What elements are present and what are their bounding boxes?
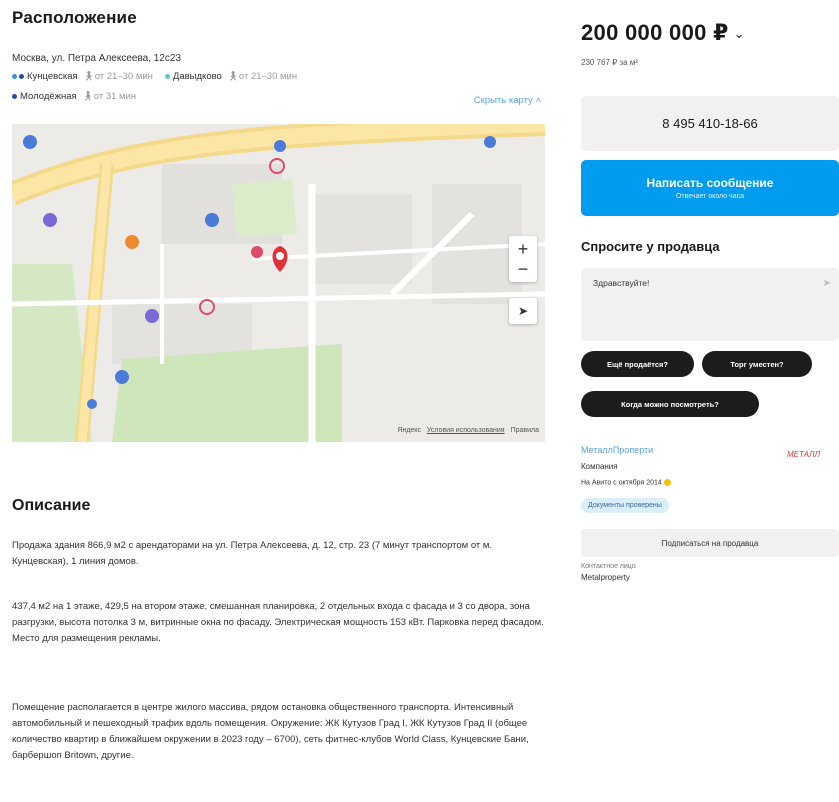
subscribe-seller-button[interactable]: Подписаться на продавца [581, 529, 839, 557]
quick-question-chip[interactable]: Ещё продаётся? [581, 351, 694, 377]
locate-icon[interactable]: ➤ [509, 298, 537, 324]
show-phone-button[interactable]: 8 495 410-18-66 [581, 96, 839, 151]
ask-seller-input[interactable]: Здравствуйте! ➤ [581, 268, 839, 341]
walk-time: 🚶︎от 21–30 мин [226, 71, 298, 82]
documents-verified-badge: Документы проверены [581, 498, 669, 513]
address: Москва, ул. Петра Алексеева, 12с23 [12, 53, 182, 64]
map-zoom-control: + − [509, 236, 537, 282]
chevron-up-icon: ˄ [535, 95, 541, 106]
price[interactable]: 200 000 000 ₽ ⌄ [581, 20, 745, 46]
map-brand: Яндекс [397, 427, 421, 434]
ask-input-text: Здравствуйте! [593, 278, 650, 288]
contact-person-label: Контактное лицо [581, 563, 636, 570]
seller-since: На Авито с октября 2014 [581, 479, 671, 486]
zoom-in-icon[interactable]: + [518, 239, 529, 259]
ask-seller-heading: Спросите у продавца [581, 239, 720, 254]
map-terms-link[interactable]: Условия использования [427, 427, 505, 434]
metro-station: Молодёжная [20, 91, 77, 102]
description-paragraph: 437,4 м2 на 1 этаже, 429,5 на втором эта… [12, 601, 544, 644]
metro-station: Давыдково [172, 71, 222, 82]
zoom-out-icon[interactable]: − [518, 259, 529, 279]
map-canvas [12, 124, 545, 442]
seller-logo[interactable]: МЕТАЛЛ [787, 450, 837, 464]
map[interactable]: + − ➤ Яндекс Условия использования Прави… [12, 124, 545, 442]
map-right-label: Правила [510, 427, 539, 434]
hide-map-link[interactable]: Скрыть карту ˄ [474, 95, 541, 106]
quick-question-chip[interactable]: Когда можно посмотреть? [581, 391, 759, 417]
description-paragraph: Продажа здания 866,9 м2 с арендаторами н… [12, 540, 493, 567]
metro-line-dot [12, 94, 17, 99]
star-badge-icon [663, 479, 671, 486]
metro-line-dot [164, 74, 170, 79]
message-button-sub: Отвечает около часа [675, 193, 744, 200]
walk-time: 🚶︎от 21–30 мин [82, 71, 153, 82]
map-attribution: Яндекс Условия использования Правила [393, 427, 539, 434]
metro-row-2: Молодёжная 🚶︎от 31 мин [12, 91, 148, 102]
metro-line-dot [12, 74, 17, 79]
walk-time: 🚶︎от 31 мин [81, 91, 137, 102]
location-heading: Расположение [12, 8, 137, 27]
chevron-down-icon[interactable]: ⌄ [734, 26, 745, 41]
description-paragraph: Помещение располагается в центре жилого … [12, 702, 529, 761]
contact-person-name: Metalproperty [581, 573, 630, 582]
description-heading: Описание [12, 497, 91, 514]
price-per-sqm: 230 767 ₽ за м² [581, 58, 638, 67]
message-button-label: Написать сообщение [646, 176, 774, 190]
seller-name-link[interactable]: МеталлПроперти [581, 445, 653, 455]
send-icon[interactable]: ➤ [823, 278, 831, 289]
metro-line-dot [19, 74, 24, 79]
price-value: 200 000 000 ₽ [581, 20, 729, 45]
metro-station: Кунцевская [27, 71, 78, 82]
write-message-button[interactable]: Написать сообщение Отвечает около часа [581, 160, 839, 216]
metro-row-1: Кунцевская 🚶︎от 21–30 мин Давыдково 🚶︎от… [12, 71, 309, 82]
quick-question-chip[interactable]: Торг уместен? [702, 351, 812, 377]
seller-type: Компания [581, 462, 618, 471]
